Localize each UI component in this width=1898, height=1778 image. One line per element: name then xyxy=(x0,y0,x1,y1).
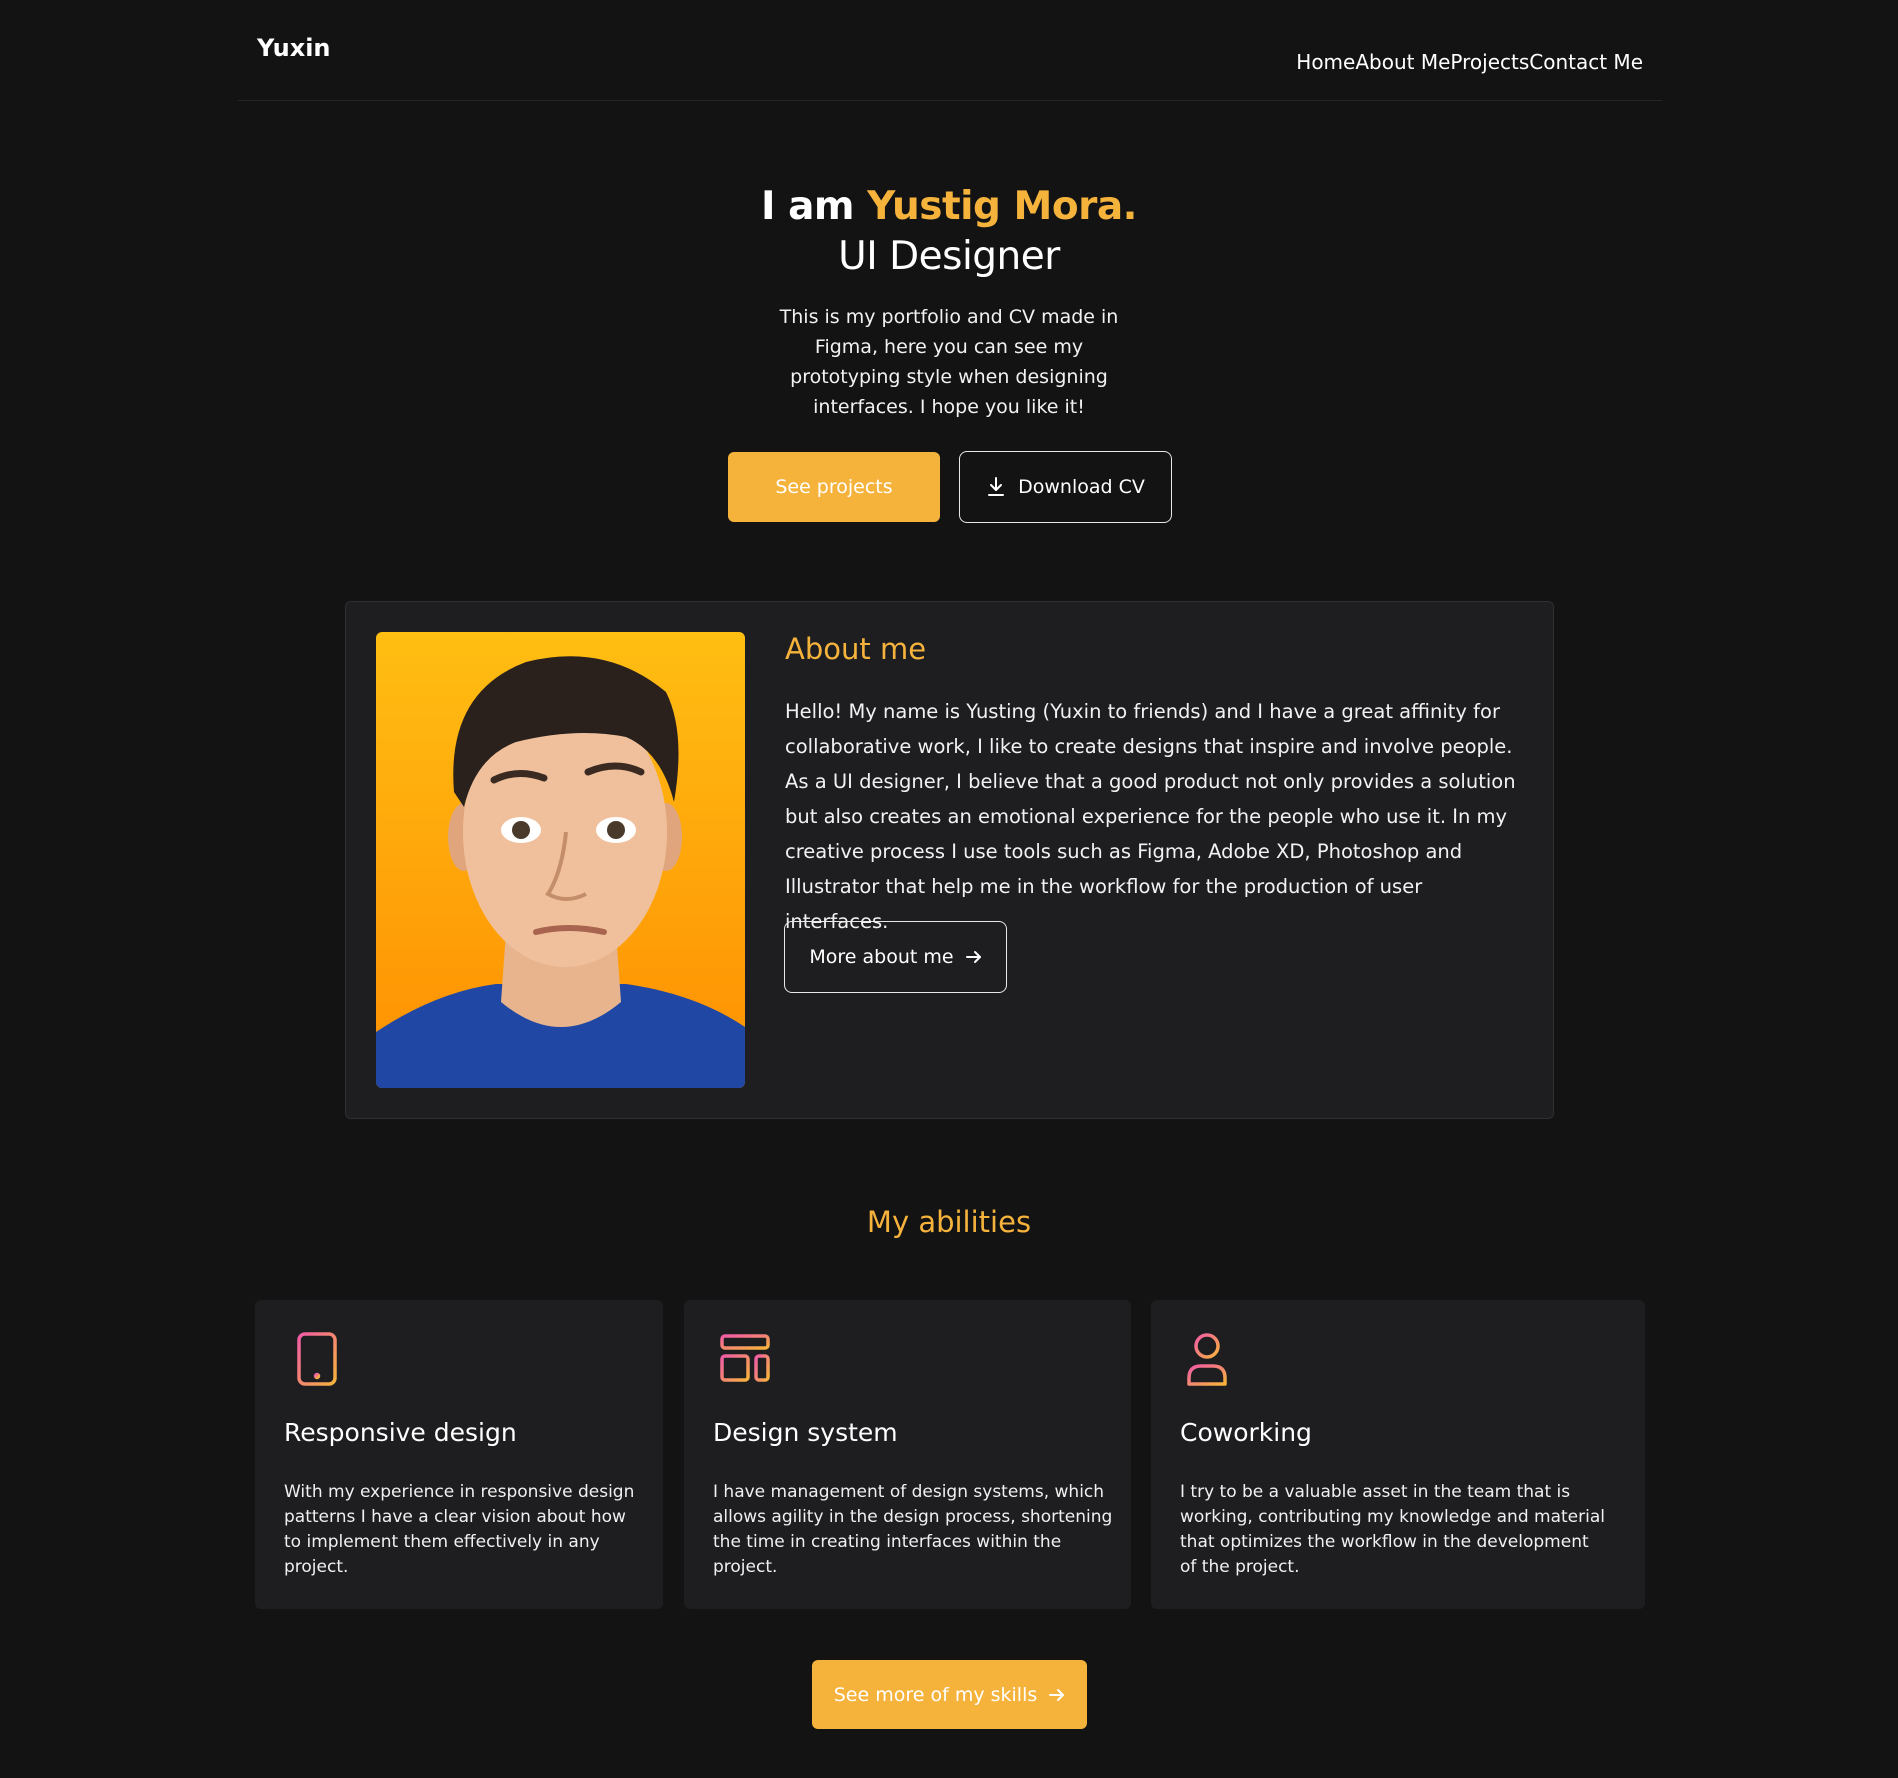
about-text: Hello! My name is Yusting (Yuxin to frie… xyxy=(785,700,1516,933)
about-card: About me Hello! My name is Yusting (Yuxi… xyxy=(345,601,1554,1119)
ability-title: Design system xyxy=(713,1418,898,1447)
more-about-me-button[interactable]: More about me xyxy=(784,921,1007,993)
nav-item-contact-me[interactable]: Contact Me xyxy=(1529,50,1643,74)
ability-title: Coworking xyxy=(1180,1418,1312,1447)
arrow-right-icon xyxy=(1049,1688,1065,1702)
ability-card-coworking: Coworking I try to be a valuable asset i… xyxy=(1151,1300,1645,1609)
user-plus-icon xyxy=(1187,1332,1241,1386)
arrow-right-icon xyxy=(965,950,982,964)
ability-text: I try to be a valuable asset in the team… xyxy=(1180,1482,1605,1577)
site-header: Yuxin Home About Me Projects Contact Me xyxy=(238,0,1662,101)
hero-description: This is my portfolio and CV made in Figm… xyxy=(779,306,1119,418)
ability-text: With my experience in responsive design … xyxy=(284,1482,635,1577)
ability-card-design-system: Design system I have management of desig… xyxy=(684,1300,1131,1609)
site-logo[interactable]: Yuxin xyxy=(257,34,331,62)
ability-title: Responsive design xyxy=(284,1418,517,1447)
ability-card-responsive-design: Responsive design With my experience in … xyxy=(255,1300,663,1609)
see-projects-button[interactable]: See projects xyxy=(728,452,940,522)
main-nav: Home About Me Projects Contact Me xyxy=(1296,50,1643,74)
profile-photo xyxy=(376,632,745,1088)
nav-item-projects[interactable]: Projects xyxy=(1450,50,1529,74)
about-title: About me xyxy=(785,632,927,666)
nav-item-home[interactable]: Home xyxy=(1296,50,1355,74)
hero-role: UI Designer xyxy=(838,234,1060,279)
tablet-icon xyxy=(291,1332,345,1386)
download-cv-label: Download CV xyxy=(1018,476,1145,498)
more-about-me-label: More about me xyxy=(809,946,954,968)
download-cv-button[interactable]: Download CV xyxy=(959,451,1172,523)
hero-intro: I am xyxy=(761,184,868,229)
hero-name: Yustig Mora. xyxy=(867,184,1137,229)
hero-headline: I am Yustig Mora. xyxy=(0,182,1898,232)
see-more-skills-button[interactable]: See more of my skills xyxy=(812,1660,1087,1729)
ability-text: I have management of design systems, whi… xyxy=(713,1482,1113,1577)
layout-icon xyxy=(720,1332,774,1386)
nav-item-about-me[interactable]: About Me xyxy=(1355,50,1450,74)
page: Yuxin Home About Me Projects Contact Me … xyxy=(0,0,1898,1778)
see-projects-label: See projects xyxy=(775,476,893,498)
download-icon xyxy=(986,476,1006,498)
see-more-skills-label: See more of my skills xyxy=(833,1683,1038,1706)
abilities-title: My abilities xyxy=(866,1205,1032,1239)
